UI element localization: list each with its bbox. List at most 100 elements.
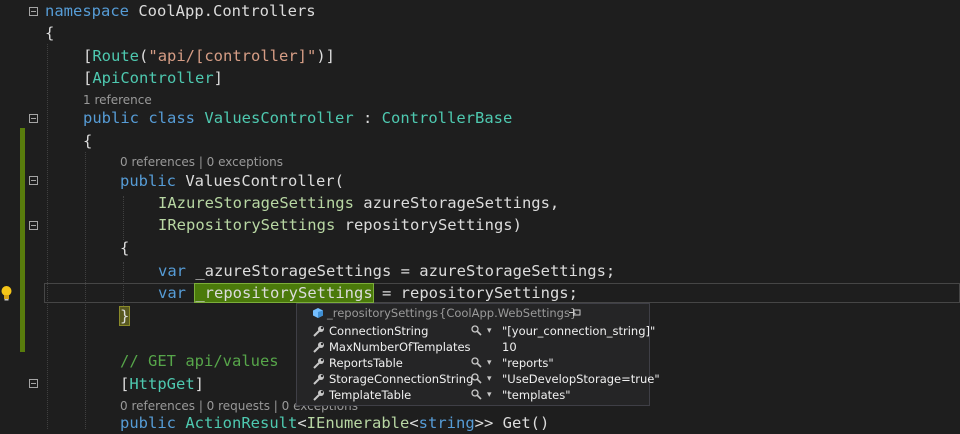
code-line[interactable]: [ApiController]	[83, 67, 223, 89]
datatip-type-name: {CoolApp.WebSettings}	[439, 306, 578, 320]
code-line[interactable]: var _azureStorageSettings = azureStorage…	[158, 260, 615, 282]
magnifier-icon[interactable]	[471, 357, 482, 368]
angle-bracket: <	[409, 414, 419, 432]
bracket: [	[83, 47, 93, 65]
property-value[interactable]: "templates"	[502, 387, 570, 403]
wrench-icon	[313, 358, 324, 369]
datatip-row[interactable]: ConnectionString ▾ "[your_connection_str…	[311, 323, 655, 339]
fold-toggle-icon[interactable]	[29, 7, 38, 16]
colon: :	[353, 109, 382, 127]
statement: = repositorySettings;	[372, 284, 578, 302]
codelens-references[interactable]: 1 reference	[83, 92, 152, 108]
property-name: ConnectionString	[329, 324, 429, 338]
cube-icon	[313, 308, 323, 318]
pin-icon[interactable]	[569, 308, 581, 318]
bracket: ]	[213, 69, 224, 87]
indent-guide	[47, 44, 48, 429]
dropdown-caret-icon[interactable]: ▾	[487, 371, 492, 387]
wrench-icon	[313, 326, 324, 337]
string-literal: "api/[controller]"	[148, 47, 317, 65]
paren: (	[139, 47, 149, 65]
property-name: TemplateTable	[329, 388, 412, 402]
method-signature: >> Get()	[474, 414, 550, 432]
keyword: string	[418, 414, 475, 432]
property-value[interactable]: "[your_connection_string]"	[502, 323, 655, 339]
brace: {	[45, 24, 55, 42]
keyword: var	[158, 284, 186, 302]
magnifier-icon[interactable]	[471, 373, 482, 384]
code-line[interactable]: {	[120, 237, 129, 259]
attribute-name: Route	[92, 47, 140, 65]
paren: )]	[316, 47, 336, 65]
interface-name: IRepositorySettings	[158, 216, 336, 234]
attribute-name: ApiController	[92, 69, 214, 87]
datatip-row[interactable]: ReportsTable ▾ "reports"	[311, 355, 647, 371]
property-name: MaxNumberOfTemplates	[329, 340, 471, 354]
property-name: ReportsTable	[329, 356, 403, 370]
datatip-row[interactable]: StorageConnectionString ▾ "UseDevelopSto…	[311, 371, 660, 387]
datatip-variable-name: _repositorySettings	[327, 306, 439, 320]
datatip-row[interactable]: TemplateTable ▾ "templates"	[311, 387, 647, 403]
hovered-variable[interactable]: _repositorySettings	[194, 283, 374, 303]
code-line[interactable]: // GET api/values	[120, 350, 279, 372]
code-line[interactable]: {	[83, 130, 92, 152]
interface-name: IAzureStorageSettings	[158, 194, 354, 212]
magnifier-icon[interactable]	[471, 325, 482, 336]
fold-toggle-icon[interactable]	[29, 176, 38, 185]
parameter-name: repositorySettings)	[335, 216, 522, 234]
keyword: public	[120, 172, 176, 190]
class-name: ValuesController	[204, 109, 354, 127]
keyword: var	[158, 262, 186, 280]
lightbulb-icon[interactable]	[0, 285, 13, 301]
type-name: ActionResult	[185, 414, 298, 432]
base-class-name: ControllerBase	[381, 109, 513, 127]
matched-brace: }	[118, 306, 131, 326]
statement: _azureStorageSettings = azureStorageSett…	[186, 262, 616, 280]
code-line[interactable]: public ValuesController(	[120, 170, 344, 192]
code-line[interactable]: namespace CoolApp.Controllers	[45, 0, 316, 22]
comment: // GET api/values	[120, 352, 279, 370]
attribute-name: HttpGet	[129, 375, 195, 393]
code-line[interactable]: [HttpGet]	[120, 373, 204, 395]
fold-toggle-icon[interactable]	[29, 221, 38, 230]
bracket: [	[120, 375, 130, 393]
code-line[interactable]: }	[118, 305, 131, 327]
code-line[interactable]: var _repositorySettings = repositorySett…	[158, 282, 578, 304]
keyword: public	[83, 109, 139, 127]
code-line[interactable]: public ActionResult<IEnumerable<string>>…	[120, 412, 549, 434]
property-name: StorageConnectionString	[329, 372, 474, 386]
fold-toggle-icon[interactable]	[29, 114, 38, 123]
angle-bracket: <	[297, 414, 307, 432]
keyword: public	[120, 414, 176, 432]
property-value[interactable]: "reports"	[502, 355, 554, 371]
property-value[interactable]: 10	[502, 339, 517, 355]
datatip-row[interactable]: MaxNumberOfTemplates 10	[311, 339, 647, 355]
constructor-name: ValuesController(	[176, 172, 344, 190]
codelens-references[interactable]: 0 references | 0 exceptions	[120, 154, 283, 170]
code-line[interactable]: IAzureStorageSettings azureStorageSettin…	[158, 192, 559, 214]
wrench-icon	[313, 390, 324, 401]
dropdown-caret-icon[interactable]: ▾	[487, 355, 492, 371]
namespace-name: CoolApp.Controllers	[129, 2, 316, 20]
code-line[interactable]: public class ValuesController : Controll…	[83, 107, 512, 129]
bracket: ]	[194, 375, 205, 393]
property-value[interactable]: "UseDevelopStorage=true"	[502, 371, 660, 387]
parameter-name: azureStorageSettings,	[353, 194, 560, 212]
indent-guide	[123, 196, 124, 240]
code-line[interactable]: IRepositorySettings repositorySettings)	[158, 214, 522, 236]
fold-toggle-icon[interactable]	[29, 379, 38, 388]
wrench-icon	[313, 374, 324, 385]
debugger-datatip[interactable]: _repositorySettings {CoolApp.WebSettings…	[296, 303, 660, 406]
code-line[interactable]: {	[45, 22, 54, 44]
brace: {	[83, 132, 93, 150]
wrench-icon	[313, 342, 324, 353]
dropdown-caret-icon[interactable]: ▾	[487, 323, 492, 339]
interface-name: IEnumerable	[306, 414, 410, 432]
magnifier-icon[interactable]	[471, 389, 482, 400]
code-line[interactable]: [Route("api/[controller]")]	[83, 45, 335, 67]
dropdown-caret-icon[interactable]: ▾	[487, 387, 492, 403]
